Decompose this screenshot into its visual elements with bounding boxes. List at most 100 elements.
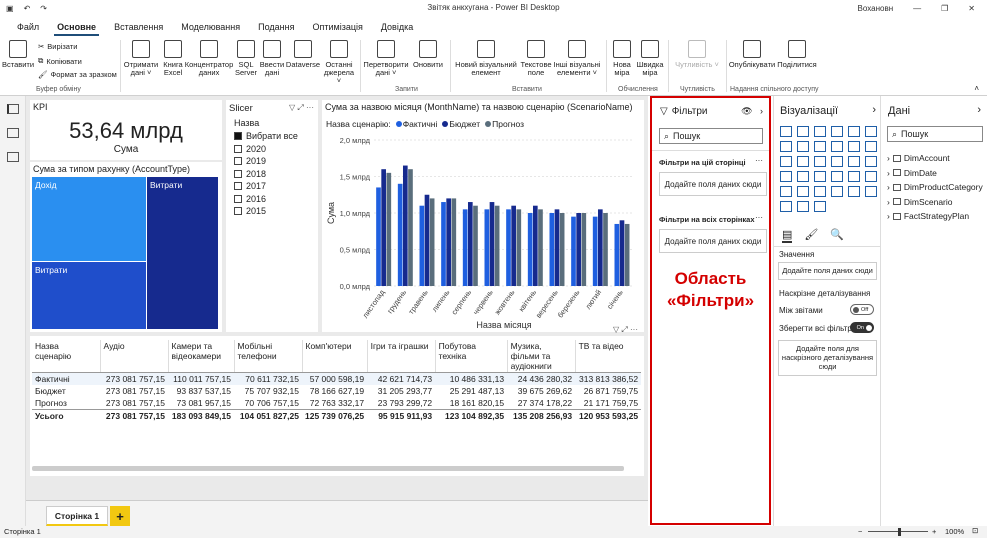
visual-type-icon[interactable] [780,126,792,137]
checkbox[interactable] [234,169,242,178]
drillthrough-drop-zone[interactable]: Додайте поля для наскрізного деталізуван… [778,340,877,376]
menu-item[interactable]: Моделювання [172,22,249,36]
visual-type-icon[interactable] [848,186,860,197]
chevron-right-icon[interactable]: › [887,197,890,207]
get-data-button[interactable]: Отримати дані ˅ [124,40,158,77]
visual-type-icon[interactable] [780,171,792,182]
menu-item[interactable]: Файл [8,22,48,36]
visual-type-icon[interactable] [831,156,843,167]
checkbox[interactable] [234,157,242,166]
refresh-button[interactable]: Оновити [410,40,446,69]
transform-data-button[interactable]: Перетворити дані ˅ [363,40,409,77]
zoom-out-button[interactable]: − [858,527,862,536]
filters-page-drop-zone[interactable]: Додайте поля даних сюди [659,172,767,196]
visual-type-icon[interactable] [797,126,809,137]
data-table-item[interactable]: › DimScenario [887,195,983,210]
fit-page-icon[interactable]: ⊡ [972,526,978,535]
collapse-ribbon-icon[interactable]: ˄ [974,84,979,93]
matrix-column-header[interactable]: ТВ та відео [574,340,642,373]
table-view-icon[interactable] [7,128,19,138]
visual-type-icon[interactable] [848,126,860,137]
close-icon[interactable]: ✕ [968,4,975,13]
add-page-button[interactable]: + [110,506,130,526]
maximize-icon[interactable]: ❐ [941,4,948,13]
filters-header-controls[interactable]: 👁 › [741,106,763,117]
visual-type-icon[interactable] [797,171,809,182]
matrix-header-icons[interactable]: ▽ ⤢ ··· [613,325,638,335]
checkbox[interactable] [234,194,242,203]
analytics-tab-icon[interactable]: 🔍 [830,228,844,243]
visual-type-icon[interactable] [848,171,860,182]
menu-item[interactable]: Довідка [372,22,422,36]
visual-type-icon[interactable] [831,186,843,197]
more-options-icon[interactable]: ··· [755,213,763,222]
format-painter-button[interactable]: 🖌 Формат за зразком [38,70,117,79]
visual-type-icon[interactable] [814,171,826,182]
kpi-card[interactable]: KPI 53,64 млрд Сума [30,100,222,160]
treemap-tile[interactable]: Дохід [32,177,146,261]
new-visual-button[interactable]: Новий візуальний елемент [454,40,518,77]
text-box-button[interactable]: Текстове поле [520,40,552,77]
values-drop-zone[interactable]: Додайте поля даних сюди [778,262,877,280]
chevron-right-icon[interactable]: › [887,211,890,221]
fields-tab-icon[interactable]: ▤ [782,228,793,243]
matrix-column-header[interactable]: Назва сценарію [32,340,100,373]
copy-button[interactable]: ⧉ Копіювати [38,56,82,66]
visual-type-icon[interactable] [865,126,877,137]
paste-button[interactable]: Вставити [2,40,34,69]
visual-type-icon[interactable] [814,156,826,167]
slicer-item[interactable]: 2015 [234,205,298,218]
data-table-item[interactable]: › DimDate [887,166,983,181]
sensitivity-button[interactable]: Чутливість ˅ [674,40,720,69]
treemap-tile[interactable]: Витрати [147,177,218,329]
report-view-icon[interactable] [7,104,19,114]
table-row[interactable]: Прогноз 273 081 757,15 73 081 957,15 70 706… [32,397,641,410]
recent-sources-button[interactable]: Останні джерела ˅ [322,40,356,85]
user-name[interactable]: Вохановн [858,4,894,13]
chevron-right-icon[interactable]: › [887,168,890,178]
slicer-item[interactable]: 2016 [234,193,298,206]
data-table-item[interactable]: › DimAccount [887,151,983,166]
horizontal-scrollbar[interactable] [32,466,624,471]
data-hub-button[interactable]: Концентратор даних [185,40,233,77]
visual-type-icon[interactable] [865,156,877,167]
chevron-right-icon[interactable]: › [887,153,890,163]
table-row[interactable]: Бюджет 273 081 757,15 93 837 537,15 75 707 … [32,385,641,397]
table-row[interactable]: Фактичні 273 081 757,15 110 011 757,15 70 6… [32,372,642,385]
checkbox[interactable] [234,144,242,153]
cut-button[interactable]: ✂ Вирізати [38,42,77,51]
data-table-item[interactable]: › FactStrategyPlan [887,209,983,224]
more-visuals-button[interactable]: Інші візуальні елементи ˅ [552,40,602,77]
matrix-column-header[interactable]: Аудіо [99,340,168,373]
treemap-tile[interactable]: Витрати [32,262,146,329]
format-tab-icon[interactable]: 🖌 [804,228,818,243]
quick-measure-button[interactable]: Швидка міра [636,40,664,77]
slicer-visual[interactable]: Slicer ▽ ⤢ ··· Назва Вибрати все 2020 2019… [226,100,318,332]
visual-type-icon[interactable] [780,156,792,167]
dataverse-button[interactable]: Dataverse [286,40,320,69]
visual-type-icon[interactable] [814,126,826,137]
matrix-column-header[interactable]: Мобільні телефони [233,340,302,373]
collapse-icon[interactable]: › [977,104,981,116]
visual-type-icon[interactable] [797,186,809,197]
visual-type-icon[interactable] [780,186,792,197]
visual-type-icon[interactable] [814,186,826,197]
filters-all-drop-zone[interactable]: Додайте поля даних сюди [659,229,767,253]
treemap-visual[interactable]: Сума за типом рахунку (AccountType) Дохі… [30,162,222,332]
visual-type-icon[interactable] [814,141,826,152]
matrix-column-header[interactable]: Ігри та іграшки [366,340,436,373]
slicer-item[interactable]: 2020 [234,143,298,156]
slicer-item[interactable]: 2017 [234,180,298,193]
bar-chart-visual[interactable]: Сума за назвою місяця (MonthName) та наз… [322,100,644,332]
visual-type-icon[interactable] [831,126,843,137]
share-button[interactable]: Поділитися [776,40,818,69]
publish-button[interactable]: Опублікувати [729,40,775,69]
zoom-slider-thumb[interactable] [898,528,901,536]
page-tab[interactable]: Сторінка 1 [46,506,108,526]
keep-filters-toggle[interactable]: On [850,322,874,333]
visual-type-icon[interactable] [865,171,877,182]
checkbox[interactable] [234,182,242,191]
matrix-column-header[interactable]: Побутова техніка [434,340,508,373]
model-view-icon[interactable] [7,152,19,162]
filters-search-input[interactable]: ⌕ Пошук [659,128,763,144]
